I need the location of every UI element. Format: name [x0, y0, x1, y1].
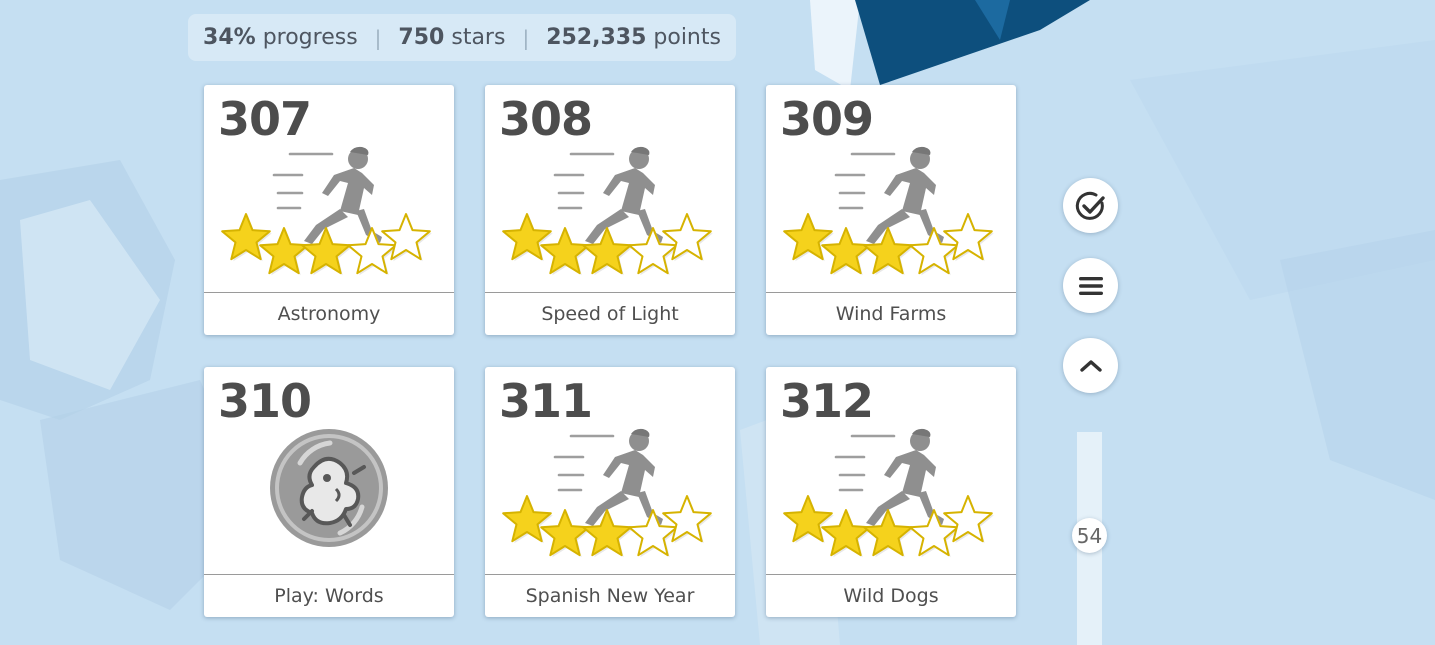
lesson-card[interactable]: 307 Astronomy	[204, 85, 454, 335]
stats-bar: 34% progress | 750 stars | 252,335 point…	[188, 14, 736, 61]
scroll-position-indicator[interactable]: 54	[1072, 518, 1107, 553]
chevron-up-icon	[1079, 359, 1102, 372]
scroll-up-button[interactable]	[1063, 338, 1118, 393]
stats-separator: |	[374, 25, 382, 50]
menu-button[interactable]	[1063, 258, 1118, 313]
stars-label: stars	[451, 25, 506, 50]
hamburger-menu-icon	[1078, 276, 1103, 295]
lesson-card[interactable]: 311 Spanish New Year	[485, 367, 735, 617]
check-circle-icon	[1075, 191, 1105, 220]
check-button[interactable]	[1063, 178, 1118, 233]
lesson-title: Play: Words	[204, 574, 454, 617]
lesson-card[interactable]: 312 Wild Dogs	[766, 367, 1016, 617]
lesson-card[interactable]: 309 Wind Farms	[766, 85, 1016, 335]
runner-stars-icon	[204, 133, 454, 293]
scroll-position-value: 54	[1076, 523, 1103, 548]
lesson-title: Wild Dogs	[766, 574, 1016, 617]
points-label: points	[653, 25, 721, 50]
lesson-title: Speed of Light	[485, 292, 735, 335]
lesson-card[interactable]: 308 Speed of Light	[485, 85, 735, 335]
lesson-title: Wind Farms	[766, 292, 1016, 335]
stats-separator: |	[522, 25, 530, 50]
stars-value: 750	[398, 25, 445, 50]
lesson-title: Spanish New Year	[485, 574, 735, 617]
progress-label: progress	[262, 25, 358, 50]
runner-stars-icon	[485, 133, 735, 293]
points-value: 252,335	[546, 25, 647, 50]
lesson-title: Astronomy	[204, 292, 454, 335]
progress-value: 34%	[203, 25, 256, 50]
runner-stars-icon	[766, 415, 1016, 575]
lesson-card[interactable]: 310 Play: Words	[204, 367, 454, 617]
runner-stars-icon	[485, 415, 735, 575]
runner-stars-icon	[766, 133, 1016, 293]
game-medal-icon	[204, 415, 454, 575]
